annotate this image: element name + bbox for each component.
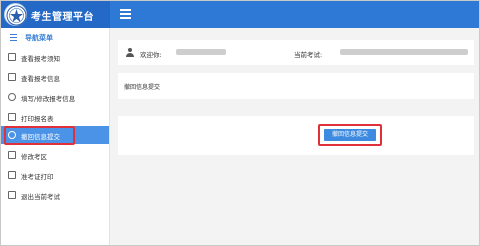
current-exam-label: 当前考试: <box>294 51 323 59</box>
sidebar-item-label: 修改考区 <box>21 153 47 161</box>
info-icon <box>8 73 16 81</box>
main-content: 欢迎你: 当前考试: 撤回信息提交 撤回信息提交 <box>110 28 479 245</box>
panel-title: 撤回信息提交 <box>124 84 161 91</box>
location-icon <box>8 151 16 159</box>
notice-icon <box>8 53 16 61</box>
user-icon <box>126 48 134 57</box>
sidebar-item-label: 填写/修改报考信息 <box>21 95 76 103</box>
user-info-bar: 欢迎你: 当前考试: <box>118 40 474 65</box>
menu-toggle-icon[interactable] <box>120 9 131 19</box>
nav-header: 导航菜单 <box>1 31 109 45</box>
print-icon <box>8 113 16 121</box>
sidebar-item-edit-info[interactable]: 填写/修改报考信息 <box>1 88 109 106</box>
withdraw-submit-button[interactable]: 撤回信息提交 <box>324 129 376 141</box>
list-icon <box>10 34 17 41</box>
top-bar: 考生管理平台 <box>1 1 479 28</box>
panel-header: 撤回信息提交 <box>118 73 474 99</box>
welcome-label: 欢迎你: <box>140 51 162 59</box>
sidebar-item-notice[interactable]: 查看报考须知 <box>1 48 109 66</box>
logo-icon <box>4 3 27 26</box>
sidebar-item-admission-ticket[interactable]: 准考证打印 <box>1 166 109 184</box>
redacted-exam-name <box>340 49 468 55</box>
exit-icon <box>8 191 16 199</box>
highlight-box-nav <box>4 126 75 145</box>
action-panel: 撤回信息提交 <box>118 116 474 155</box>
sidebar-item-label: 准考证打印 <box>21 173 54 181</box>
sidebar-item-view-info[interactable]: 查看报考信息 <box>1 68 109 86</box>
sidebar-item-change-area[interactable]: 修改考区 <box>1 146 109 164</box>
nav-header-label: 导航菜单 <box>25 34 53 42</box>
sidebar-item-exit-exam[interactable]: 退出当前考试 <box>1 186 109 204</box>
sidebar-item-label: 查看报考须知 <box>21 55 60 63</box>
sidebar-item-label: 退出当前考试 <box>21 193 60 201</box>
highlight-box-button: 撤回信息提交 <box>318 124 382 146</box>
edit-icon <box>8 93 16 101</box>
ticket-icon <box>8 171 16 179</box>
sidebar-item-label: 打印报名表 <box>21 115 54 123</box>
app-title: 考生管理平台 <box>31 12 94 23</box>
sidebar-item-label: 查看报考信息 <box>21 75 60 83</box>
redacted-username <box>176 49 226 55</box>
brand: 考生管理平台 <box>1 1 110 28</box>
sidebar-item-print-form[interactable]: 打印报名表 <box>1 108 109 126</box>
